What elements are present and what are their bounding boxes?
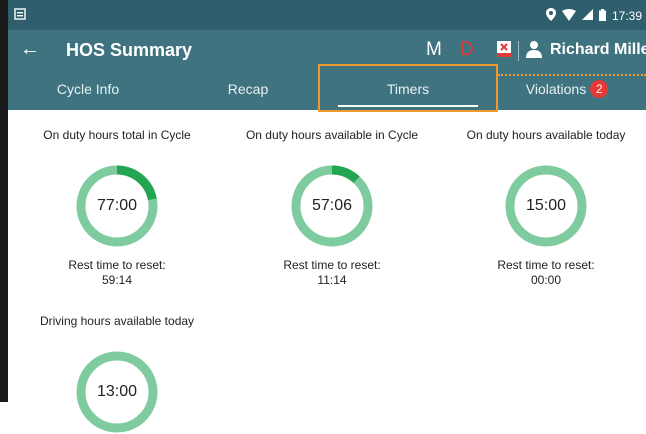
tab-label: Cycle Info bbox=[56, 81, 120, 97]
status-bar: 17:39 bbox=[8, 0, 646, 30]
divider bbox=[518, 41, 519, 61]
timer-card-driving-available: Driving hours available today 13:00 bbox=[17, 314, 217, 434]
rest-time-value: 00:00 bbox=[530, 273, 562, 287]
timer-label: Driving hours available today bbox=[39, 314, 195, 328]
timer-ring: 57:06 bbox=[290, 164, 374, 248]
rest-time-label: Rest time to reset: bbox=[68, 258, 166, 272]
tab-violations[interactable]: Violations 2 bbox=[488, 70, 646, 110]
timer-value: 57:06 bbox=[311, 197, 353, 214]
timer-value: 77:00 bbox=[96, 197, 138, 214]
timer-ring: 77:00 bbox=[75, 164, 159, 248]
timer-card-today-available: On duty hours available today 15:00 Rest… bbox=[446, 128, 646, 288]
timer-label: On duty hours available in Cycle bbox=[245, 128, 419, 142]
timer-ring: 13:00 bbox=[75, 350, 159, 434]
mode-d-indicator[interactable]: D bbox=[460, 39, 474, 61]
back-arrow-icon[interactable]: ← bbox=[20, 38, 40, 61]
user-name[interactable]: Richard Miller bbox=[550, 41, 646, 59]
highlight-box bbox=[318, 64, 498, 112]
violations-count-badge: 2 bbox=[590, 80, 609, 98]
timer-value: 15:00 bbox=[525, 197, 567, 214]
tab-recap[interactable]: Recap bbox=[168, 70, 328, 110]
tab-label: Violations bbox=[525, 81, 587, 97]
wifi-icon bbox=[561, 8, 576, 24]
tab-label: Recap bbox=[227, 81, 269, 97]
user-icon[interactable] bbox=[526, 40, 542, 63]
rest-time-label: Rest time to reset: bbox=[283, 258, 381, 272]
timer-label: On duty hours total in Cycle bbox=[43, 128, 191, 142]
rest-time-label: Rest time to reset: bbox=[497, 258, 595, 272]
page-title: HOS Summary bbox=[66, 40, 193, 60]
location-icon bbox=[545, 8, 556, 24]
mode-m-indicator[interactable]: M bbox=[426, 39, 442, 61]
clock-time: 17:39 bbox=[611, 9, 642, 23]
signal-icon bbox=[581, 9, 593, 23]
sync-error-icon[interactable] bbox=[496, 40, 512, 63]
rest-time-value: 11:14 bbox=[317, 273, 347, 287]
tab-cycle-info[interactable]: Cycle Info bbox=[8, 70, 168, 110]
timer-card-cycle-total: On duty hours total in Cycle 77:00 Rest … bbox=[17, 128, 217, 288]
notification-icon bbox=[14, 8, 26, 23]
timer-label: On duty hours available today bbox=[466, 128, 626, 142]
device-bezel bbox=[0, 0, 8, 402]
timer-value: 13:00 bbox=[96, 383, 138, 400]
rest-time-value: 59:14 bbox=[101, 273, 133, 287]
highlight-pointer-line bbox=[498, 74, 646, 76]
timer-ring: 15:00 bbox=[504, 164, 588, 248]
battery-icon bbox=[598, 8, 606, 24]
timer-card-cycle-available: On duty hours available in Cycle 57:06 R… bbox=[232, 128, 432, 288]
